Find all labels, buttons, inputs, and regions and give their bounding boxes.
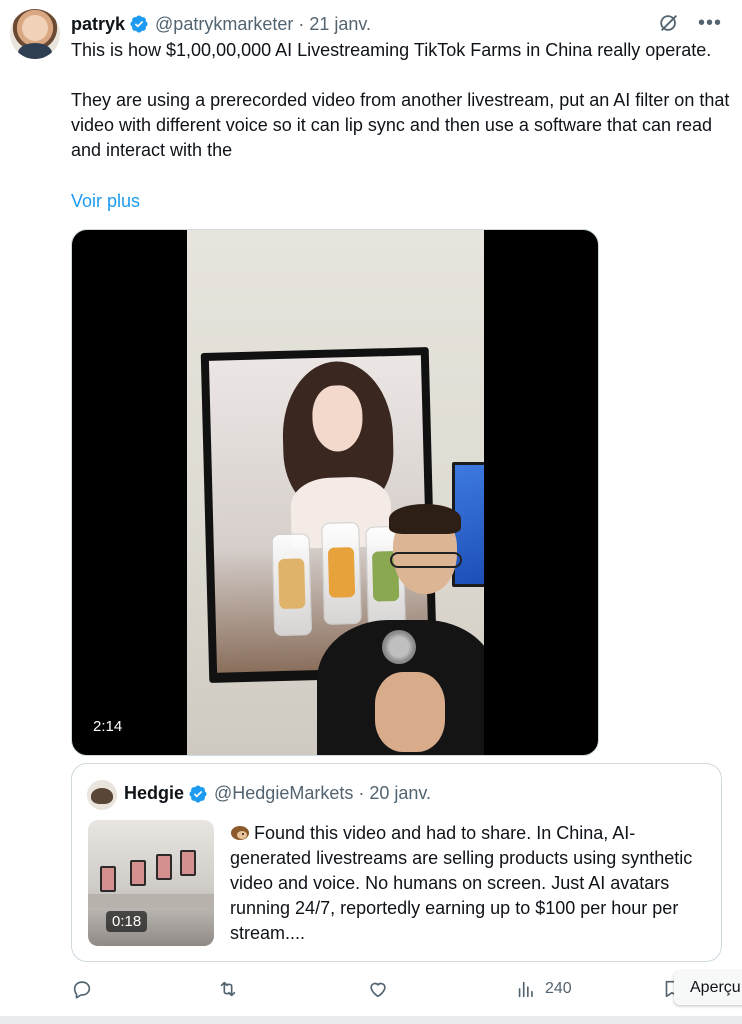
separator-dot: · <box>298 13 305 34</box>
tweet-text: This is how $1,00,00,000 AI Livestreamin… <box>71 38 731 163</box>
quote-author-name[interactable]: Hedgie <box>124 783 184 804</box>
microphone <box>382 630 416 664</box>
quote-video-duration: 0:18 <box>106 911 148 932</box>
grok-icon[interactable] <box>658 12 680 34</box>
quote-author-handle[interactable]: @HedgieMarkets <box>214 783 353 804</box>
thumb-monitor <box>130 860 146 886</box>
thumb-monitor <box>100 866 116 892</box>
quote-date[interactable]: 20 janv. <box>369 783 431 804</box>
views-icon <box>518 981 533 998</box>
blender-fill <box>327 547 356 598</box>
quote-text-body: Found this video and had to share. In Ch… <box>230 823 693 943</box>
presenter-hair <box>389 504 461 534</box>
separator-dot: · <box>358 783 365 803</box>
thumb-monitor <box>156 854 172 880</box>
tweet-paragraph-2: They are using a prerecorded video from … <box>71 90 730 160</box>
verified-badge-icon <box>189 784 207 803</box>
tweet-date[interactable]: 21 janv. <box>309 14 371 35</box>
tweet-paragraph-1: This is how $1,00,00,000 AI Livestreamin… <box>71 40 712 60</box>
thumb-desk <box>88 894 214 908</box>
quoted-tweet[interactable]: Hedgie @HedgieMarkets · 20 janv. 0:18 Fo… <box>71 763 722 962</box>
reply-icon <box>73 981 91 999</box>
author-display-name[interactable]: patryk <box>71 14 125 35</box>
views-count: 240 <box>545 980 572 997</box>
views-button[interactable]: 240 <box>515 978 572 1000</box>
hedgehog-emoji-icon <box>231 826 249 840</box>
tweet-video[interactable]: 2:14 <box>71 229 599 756</box>
author-avatar[interactable] <box>10 9 60 59</box>
quote-author-avatar[interactable] <box>87 780 117 810</box>
like-icon <box>370 982 386 998</box>
video-frame <box>187 230 484 755</box>
video-duration: 2:14 <box>93 718 123 735</box>
blender-fill <box>278 558 306 610</box>
more-icon[interactable]: ••• <box>698 13 722 33</box>
header-actions: ••• <box>658 12 722 34</box>
like-button[interactable] <box>367 978 389 1000</box>
thumb-monitor <box>180 850 196 876</box>
presenter-glasses <box>390 552 462 568</box>
quote-video-thumbnail[interactable]: 0:18 <box>88 820 214 946</box>
hedgehog-avatar <box>91 788 113 804</box>
tweet-actions: 240 <box>71 978 742 1004</box>
preview-tooltip: Aperçu <box>674 971 742 1005</box>
avatar-shirt <box>18 43 52 59</box>
quote-header: Hedgie @HedgieMarkets · 20 janv. <box>124 783 431 804</box>
tweet-header: patryk @patrykmarketer · 21 janv. ••• <box>71 12 722 36</box>
show-more-link[interactable]: Voir plus <box>71 189 140 214</box>
tweet-page: patryk @patrykmarketer · 21 janv. ••• Th… <box>0 0 742 1024</box>
quote-text: Found this video and had to share. In Ch… <box>230 821 710 946</box>
presenter-hand <box>375 672 445 752</box>
retweet-button[interactable] <box>217 978 239 1000</box>
product-blender <box>271 533 313 637</box>
bottom-scroll-bar <box>0 1016 742 1024</box>
retweet-icon <box>220 981 236 997</box>
reply-button[interactable] <box>71 978 93 1000</box>
verified-badge-icon <box>130 15 148 33</box>
author-handle[interactable]: @patrykmarketer <box>155 14 293 35</box>
product-blender <box>321 521 362 625</box>
